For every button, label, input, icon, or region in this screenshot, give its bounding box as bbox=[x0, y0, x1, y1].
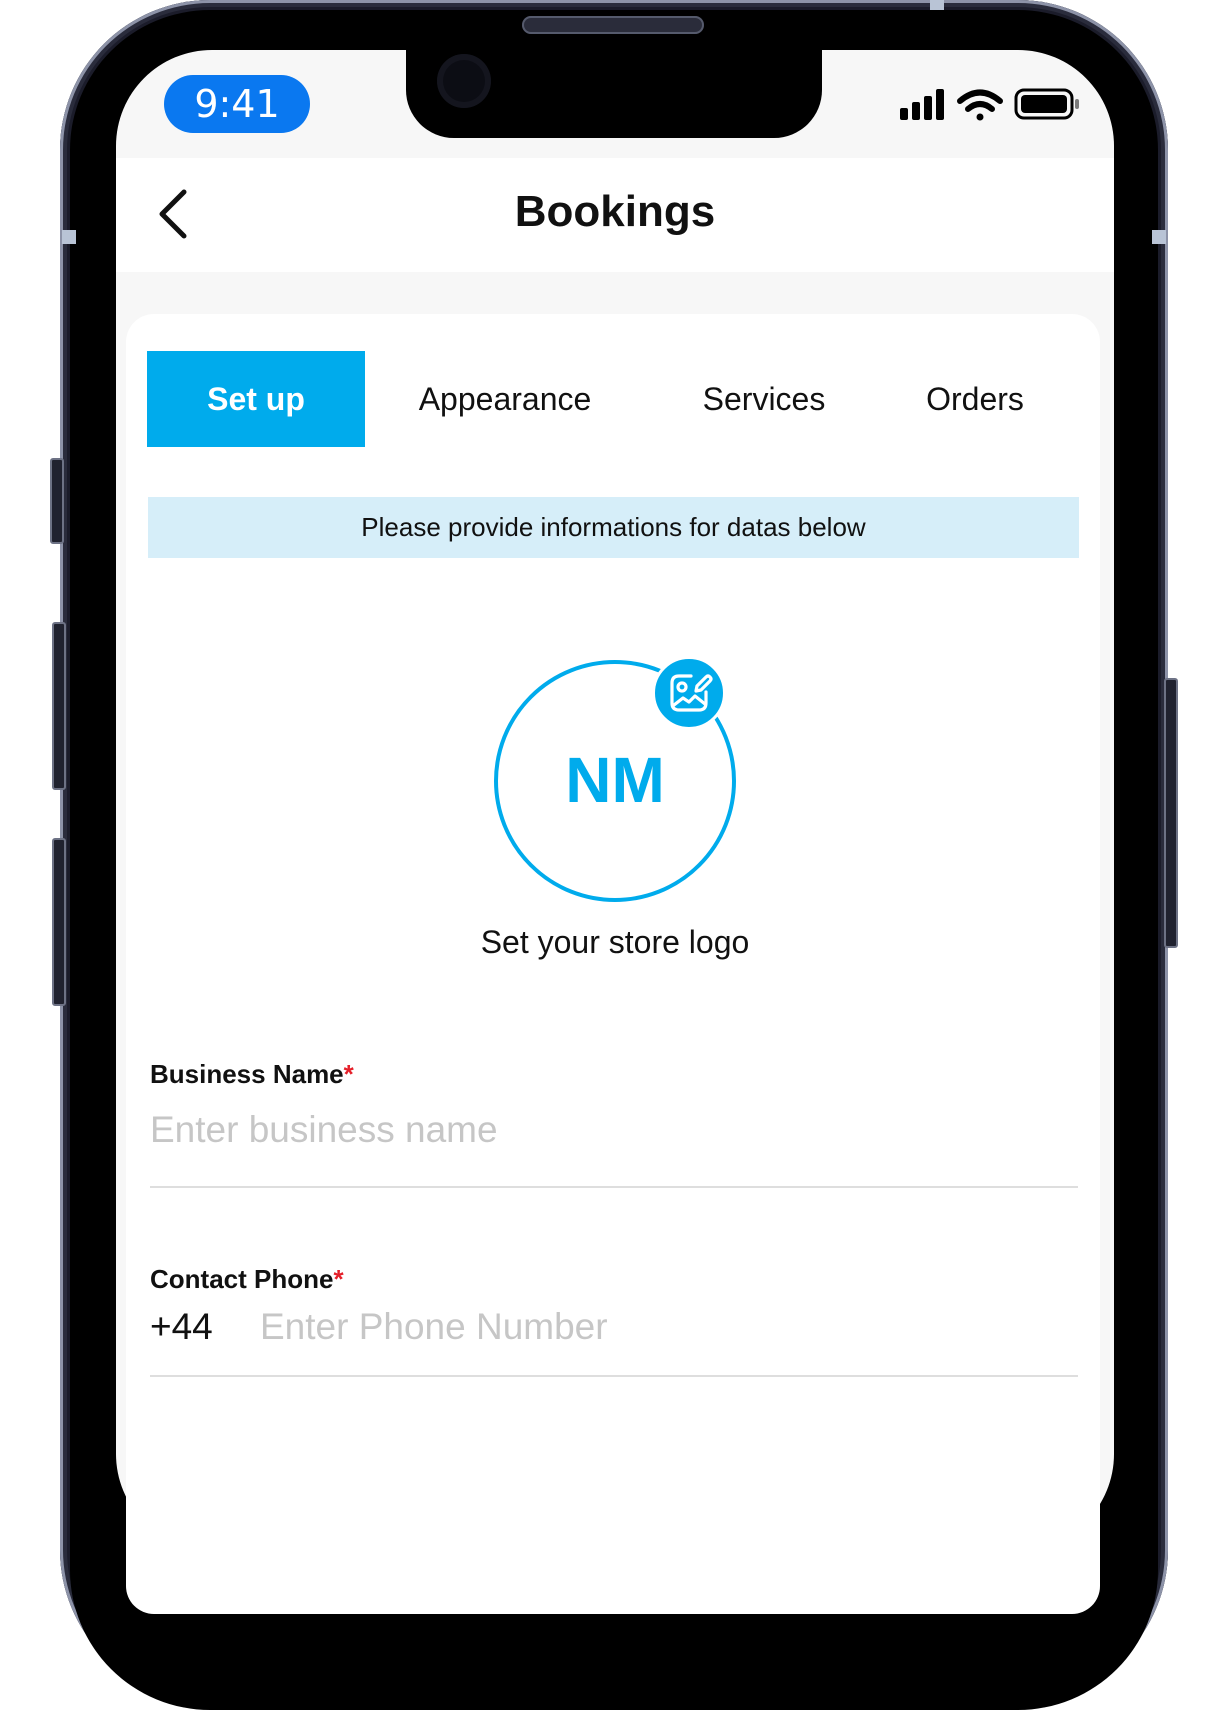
required-mark: * bbox=[343, 1059, 354, 1089]
contact-phone-underline bbox=[150, 1375, 1078, 1377]
tab-appearance[interactable]: Appearance bbox=[395, 351, 615, 447]
business-name-label-text: Business Name bbox=[150, 1059, 344, 1089]
country-dial-code[interactable]: +44 bbox=[150, 1303, 213, 1351]
info-banner: Please provide informations for datas be… bbox=[148, 497, 1079, 558]
logo-initials: NM bbox=[565, 744, 665, 816]
image-edit-icon bbox=[670, 674, 713, 712]
tab-set-up[interactable]: Set up bbox=[147, 351, 365, 447]
cellular-signal-icon bbox=[900, 89, 944, 120]
volume-down-button bbox=[52, 838, 66, 1006]
tab-orders[interactable]: Orders bbox=[905, 351, 1045, 447]
edit-logo-button[interactable] bbox=[652, 656, 726, 730]
power-button bbox=[1164, 678, 1178, 948]
volume-up-button bbox=[52, 622, 66, 790]
required-mark: * bbox=[333, 1264, 344, 1294]
status-icons bbox=[898, 86, 1080, 131]
antenna-band bbox=[1152, 230, 1166, 244]
business-name-label: Business Name* bbox=[150, 1056, 354, 1092]
phone-number-input[interactable] bbox=[260, 1302, 1076, 1352]
status-time: 9:41 bbox=[164, 75, 310, 133]
contact-phone-label: Contact Phone* bbox=[150, 1261, 344, 1297]
page-title: Bookings bbox=[514, 187, 716, 236]
front-camera bbox=[437, 54, 491, 108]
antenna-band bbox=[62, 230, 76, 244]
battery-icon bbox=[1014, 88, 1079, 120]
antenna-band bbox=[930, 0, 944, 10]
contact-phone-label-text: Contact Phone bbox=[150, 1264, 334, 1294]
business-name-input[interactable] bbox=[150, 1104, 1076, 1156]
wifi-icon bbox=[957, 89, 1003, 121]
logo-caption: Set your store logo bbox=[480, 924, 750, 960]
tab-services[interactable]: Services bbox=[680, 351, 848, 447]
business-name-underline bbox=[150, 1186, 1078, 1188]
speaker-grille bbox=[522, 16, 704, 34]
silent-switch bbox=[50, 458, 64, 544]
